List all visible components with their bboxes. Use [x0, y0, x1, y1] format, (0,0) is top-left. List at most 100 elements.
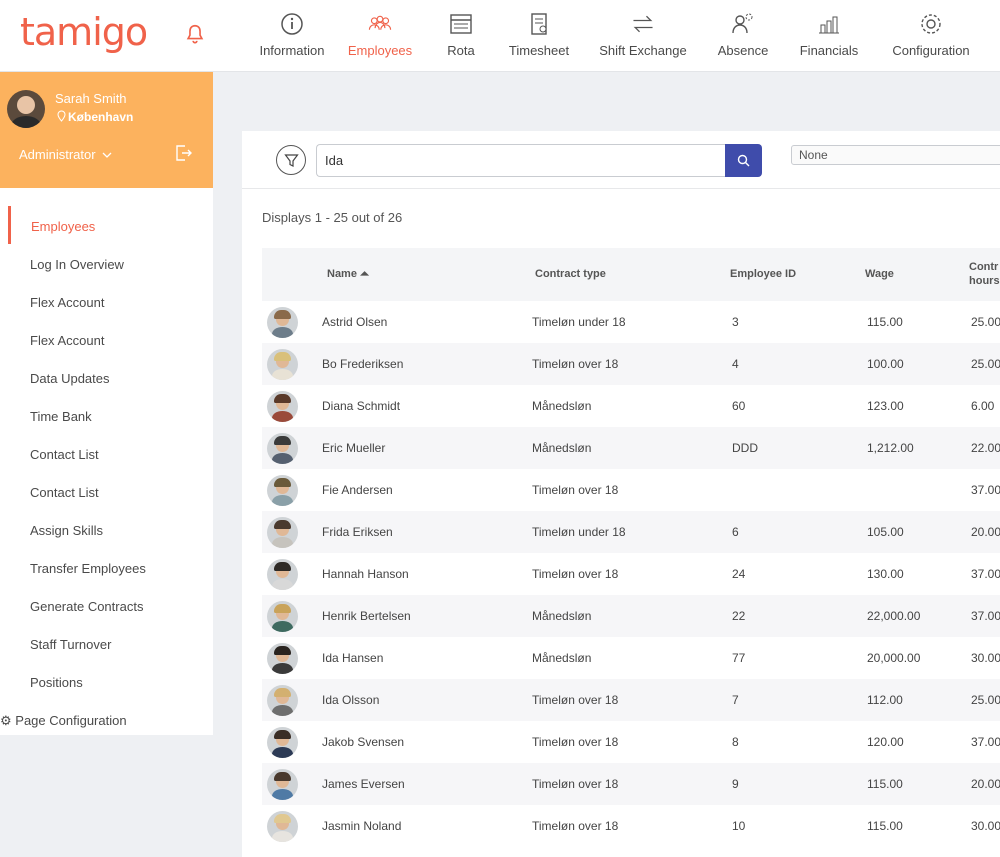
sidebar-item-employees[interactable]: Employees [31, 219, 95, 234]
employee-avatar[interactable] [267, 307, 298, 338]
table-row[interactable]: Ida Olsson Timeløn over 18 7 112.00 25.00 [262, 679, 1000, 721]
table-row[interactable]: James Eversen Timeløn over 18 9 115.00 20.00 [262, 763, 1000, 805]
table-row[interactable]: Eric Mueller Månedsløn DDD 1,212.00 22.00 [262, 427, 1000, 469]
sidebar-item-page-configuration[interactable]: ⚙ Page Configuration [0, 713, 127, 729]
cell-name[interactable]: Ida Hansen [322, 651, 383, 665]
sidebar-item-transfer-employees[interactable]: Transfer Employees [30, 561, 146, 576]
nav-shift-exchange[interactable]: Shift Exchange [582, 0, 704, 72]
column-header-employee-id[interactable]: Employee ID [730, 268, 796, 280]
group-select[interactable]: None [791, 145, 1000, 165]
cell-wage: 22,000.00 [867, 609, 921, 623]
avatar[interactable] [7, 90, 45, 128]
nav-configuration[interactable]: Configuration [876, 0, 986, 72]
cell-name[interactable]: Jakob Svensen [322, 735, 404, 749]
sidebar-item-positions[interactable]: Positions [30, 675, 83, 690]
info-icon [281, 13, 303, 35]
column-header-contract-type[interactable]: Contract type [535, 268, 606, 280]
sidebar-item-assign-skills[interactable]: Assign Skills [30, 523, 103, 538]
table-row[interactable]: Diana Schmidt Månedsløn 60 123.00 6.00 [262, 385, 1000, 427]
cell-employee-id: 3 [732, 315, 739, 329]
tamigo-logo[interactable]: tamigo [20, 10, 148, 54]
sidebar-item-flex-account-2[interactable]: Flex Account [30, 333, 104, 348]
sidebar-item-contact-list-2[interactable]: Contact List [30, 485, 99, 500]
table-row[interactable]: Fie Andersen Timeløn over 18 37.00 [262, 469, 1000, 511]
cell-name[interactable]: Eric Mueller [322, 441, 385, 455]
cell-name[interactable]: Diana Schmidt [322, 399, 400, 413]
employee-avatar[interactable] [267, 475, 298, 506]
employee-avatar[interactable] [267, 769, 298, 800]
search-button[interactable] [725, 144, 762, 177]
cell-name[interactable]: Bo Frederiksen [322, 357, 403, 371]
cell-employee-id: 24 [732, 567, 746, 581]
cell-contract-type: Månedsløn [532, 651, 592, 665]
role-dropdown[interactable]: Administrator [19, 147, 112, 162]
table-row[interactable]: Jasmin Noland Timeløn over 18 10 115.00 30.0… [262, 805, 1000, 847]
cell-contract-type: Timeløn over 18 [532, 819, 619, 833]
cell-contract-hours: 20.00 [971, 525, 1000, 539]
cell-employee-id: 60 [732, 399, 746, 413]
results-count: Displays 1 - 25 out of 26 [262, 210, 403, 225]
table-row[interactable]: Ida Hansen Månedsløn 77 20,000.00 30.00 [262, 637, 1000, 679]
employees-table: Name ⏶ Contract type Employee ID Wage Co… [262, 248, 1000, 847]
column-header-wage[interactable]: Wage [865, 268, 894, 280]
cell-name[interactable]: Ida Olsson [322, 693, 379, 707]
filter-button[interactable] [276, 145, 306, 175]
nav-label: Timesheet [508, 43, 570, 58]
employee-avatar[interactable] [267, 811, 298, 842]
employee-avatar[interactable] [267, 517, 298, 548]
employee-avatar[interactable] [267, 727, 298, 758]
table-body: Astrid Olsen Timeløn under 18 3 115.00 25.00… [262, 301, 1000, 847]
logout-icon[interactable] [174, 144, 192, 162]
nav-rota[interactable]: Rota [426, 0, 496, 72]
cell-name[interactable]: James Eversen [322, 777, 405, 791]
filter-funnel-icon [284, 154, 299, 167]
cell-name[interactable]: Henrik Bertelsen [322, 609, 411, 623]
cell-name[interactable]: Jasmin Noland [322, 819, 401, 833]
cell-contract-hours: 20.00 [971, 777, 1000, 791]
employee-avatar[interactable] [267, 685, 298, 716]
search-input[interactable] [316, 144, 726, 177]
employee-avatar[interactable] [267, 559, 298, 590]
cell-contract-type: Timeløn over 18 [532, 567, 619, 581]
cell-name[interactable]: Hannah Hanson [322, 567, 409, 581]
cell-contract-type: Timeløn over 18 [532, 735, 619, 749]
sidebar-item-data-updates[interactable]: Data Updates [30, 371, 110, 386]
cell-name[interactable]: Frida Eriksen [322, 525, 393, 539]
cell-wage: 105.00 [867, 525, 904, 539]
table-row[interactable]: Bo Frederiksen Timeløn over 18 4 100.00 25.0… [262, 343, 1000, 385]
employee-avatar[interactable] [267, 391, 298, 422]
employee-avatar[interactable] [267, 643, 298, 674]
sidebar-item-time-bank[interactable]: Time Bank [30, 409, 92, 424]
sidebar-item-generate-contracts[interactable]: Generate Contracts [30, 599, 143, 614]
employee-avatar[interactable] [267, 601, 298, 632]
table-row[interactable]: Henrik Bertelsen Månedsløn 22 22,000.00 37.0… [262, 595, 1000, 637]
sidebar-item-contact-list[interactable]: Contact List [30, 447, 99, 462]
employee-avatar[interactable] [267, 433, 298, 464]
sidebar-item-log-in-overview[interactable]: Log In Overview [30, 257, 124, 272]
cell-contract-hours: 25.00 [971, 315, 1000, 329]
nav-employees[interactable]: Employees [334, 0, 426, 72]
nav-timesheet[interactable]: Timesheet [496, 0, 582, 72]
cell-contract-hours: 37.00 [971, 567, 1000, 581]
nav-information[interactable]: Information [250, 0, 334, 72]
table-row[interactable]: Astrid Olsen Timeløn under 18 3 115.00 25.00 [262, 301, 1000, 343]
column-header-contract-hours[interactable]: Contr hours [969, 260, 1000, 288]
cell-name[interactable]: Fie Andersen [322, 483, 393, 497]
nav-absence[interactable]: Absence [704, 0, 782, 72]
sidebar-item-flex-account[interactable]: Flex Account [30, 295, 104, 310]
calendar-icon [450, 14, 472, 34]
table-row[interactable]: Hannah Hanson Timeløn over 18 24 130.00 37.0… [262, 553, 1000, 595]
column-header-name[interactable]: Name ⏶ [327, 268, 369, 281]
table-row[interactable]: Jakob Svensen Timeløn over 18 8 120.00 37.00 [262, 721, 1000, 763]
nav-label: Absence [717, 43, 769, 58]
cell-name[interactable]: Astrid Olsen [322, 315, 387, 329]
sidebar-item-staff-turnover[interactable]: Staff Turnover [30, 637, 111, 652]
chevron-down-icon [102, 152, 112, 158]
table-header: Name ⏶ Contract type Employee ID Wage Co… [262, 248, 1000, 301]
bell-icon[interactable] [184, 22, 206, 46]
employee-avatar[interactable] [267, 349, 298, 380]
cell-wage: 112.00 [867, 693, 903, 707]
cell-employee-id: 22 [732, 609, 746, 623]
nav-financials[interactable]: Financials [782, 0, 876, 72]
table-row[interactable]: Frida Eriksen Timeløn under 18 6 105.00 20.0… [262, 511, 1000, 553]
